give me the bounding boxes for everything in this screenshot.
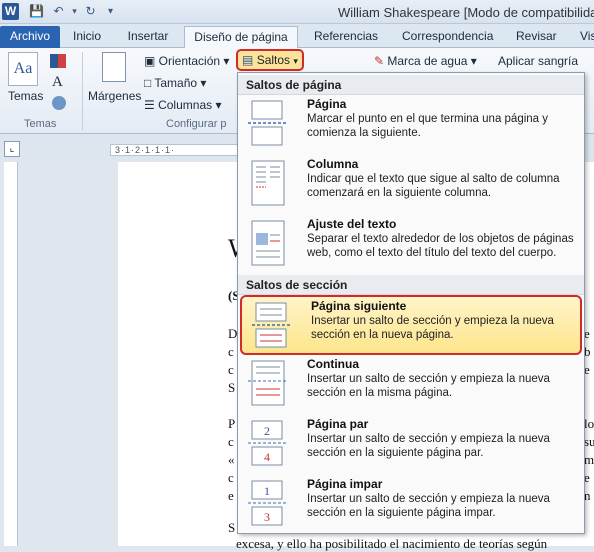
breaks-dropdown-menu: Saltos de página Página Marcar el punto … <box>237 72 585 534</box>
menu-item-title: Página impar <box>307 477 383 491</box>
tab-referencias[interactable]: Referencias <box>314 26 378 48</box>
margins-button[interactable]: Márgenes <box>88 88 141 104</box>
themes-button[interactable]: Temas <box>8 88 43 104</box>
menu-item-description: Separar el texto alrededor de los objeto… <box>307 233 574 259</box>
orientation-icon: ▣ <box>144 54 159 68</box>
indent-label: Aplicar sangría <box>498 54 579 68</box>
orientation-label: Orientación <box>158 54 221 68</box>
orientation-button[interactable]: ▣ Orientación ▾ <box>144 53 229 69</box>
left-text-fragment: S <box>228 520 236 535</box>
menu-item-description: Insertar un salto de sección y empieza l… <box>307 493 550 519</box>
chevron-down-icon: ▾ <box>293 56 298 66</box>
ribbon-tabs: Archivo Inicio Insertar Diseño de página… <box>0 24 594 48</box>
text-wrapping-break-icon <box>251 220 285 266</box>
left-text-fragment: c <box>228 434 234 449</box>
left-text-fragment: c <box>228 344 234 359</box>
next-page-break-icon <box>252 302 292 348</box>
redo-icon[interactable]: ↻ <box>82 3 99 20</box>
tab-revisar[interactable]: Revisar <box>516 26 557 48</box>
group-label-temas: Temas <box>24 118 57 130</box>
menu-item-title: Página siguiente <box>311 299 407 313</box>
watermark-label: Marca de agua <box>387 54 468 68</box>
horizontal-ruler[interactable]: 3·1·2·1·1·1· <box>110 144 250 156</box>
vertical-ruler[interactable] <box>4 162 18 546</box>
theme-effects-icon[interactable] <box>52 96 66 110</box>
save-icon[interactable]: 💾 <box>28 3 45 20</box>
size-icon: □ <box>144 76 155 90</box>
menu-item-title: Columna <box>307 157 359 171</box>
themes-icon[interactable]: Aa <box>8 52 38 86</box>
menu-item-text-wrapping-break[interactable]: Ajuste del texto Separar el texto alrede… <box>238 215 584 275</box>
left-text-fragment: « <box>228 452 235 467</box>
tab-correspondencia[interactable]: Correspondencia <box>402 26 493 48</box>
menu-item-title: Continua <box>307 357 359 371</box>
even-page-break-icon: 2 4 <box>248 420 288 466</box>
continuous-break-icon <box>248 360 288 406</box>
size-label: Tamaño <box>154 76 198 90</box>
menu-item-column-break[interactable]: Columna Indicar que el texto que sigue a… <box>238 155 584 215</box>
menu-item-title: Ajuste del texto <box>307 217 397 231</box>
undo-dropdown-icon[interactable]: ▾ <box>66 3 83 20</box>
size-button[interactable]: □ Tamaño ▾ <box>144 75 206 91</box>
menu-item-description: Insertar un salto de sección y empieza l… <box>307 433 550 459</box>
menu-item-even-page-section-break[interactable]: 2 4 Página par Insertar un salto de secc… <box>238 415 584 475</box>
menu-item-description: Insertar un salto de sección y empieza l… <box>307 373 550 399</box>
document-bottom-line: excesa, y ello ha posibilitado el nacimi… <box>236 536 548 551</box>
word-app-icon[interactable]: W <box>2 3 19 20</box>
title-bar: W 💾 ↶ ▾ ↻ ▾ William Shakespeare [Modo de… <box>0 0 594 24</box>
tab-archivo[interactable]: Archivo <box>0 26 60 48</box>
breaks-label: Saltos <box>256 53 291 67</box>
columns-label: Columnas <box>158 98 213 112</box>
tab-insertar[interactable]: Insertar <box>126 26 170 48</box>
menu-item-description: Insertar un salto de sección y empieza l… <box>311 315 554 341</box>
column-break-icon <box>251 160 285 206</box>
left-text-fragment: D <box>228 326 238 341</box>
menu-item-page-break[interactable]: Página Marcar el punto en el que termina… <box>238 95 584 155</box>
left-text-fragment: c <box>228 470 234 485</box>
undo-icon[interactable]: ↶ <box>50 3 67 20</box>
right-text-fragment: ml <box>584 452 594 467</box>
menu-item-continuous-section-break[interactable]: Continua Insertar un salto de sección y … <box>238 355 584 415</box>
page-number-label: 1 <box>264 484 270 498</box>
section-header-page-breaks: Saltos de página <box>238 75 584 95</box>
watermark-icon: ✎ <box>374 54 388 68</box>
left-text-fragment: S <box>228 380 236 395</box>
menu-item-next-page-section-break[interactable]: Página siguiente Insertar un salto de se… <box>240 295 582 355</box>
breaks-icon: ▤ <box>242 53 254 67</box>
tab-selector-icon[interactable]: ⌞ <box>4 141 20 157</box>
tab-vista[interactable]: Vis <box>580 26 594 48</box>
theme-fonts-icon[interactable]: A <box>52 74 63 90</box>
tab-inicio[interactable]: Inicio <box>72 26 102 48</box>
watermark-button[interactable]: ✎ Marca de agua ▾ <box>374 53 477 69</box>
right-text-fragment: su <box>584 434 594 449</box>
odd-page-break-icon: 1 3 <box>248 480 288 526</box>
menu-item-description: Marcar el punto en el que termina una pá… <box>307 113 549 139</box>
columns-icon: ☰ <box>144 98 159 112</box>
customize-quick-access-icon[interactable]: ▾ <box>102 3 119 20</box>
left-text-fragment: e <box>228 488 234 503</box>
margins-icon[interactable] <box>102 52 126 82</box>
breaks-button[interactable]: ▤ Saltos ▾ <box>236 49 304 71</box>
page-break-icon <box>248 100 288 146</box>
menu-item-title: Página <box>307 97 347 111</box>
group-label-configurar: Configurar p <box>166 118 227 130</box>
tab-diseno-de-pagina[interactable]: Diseño de página <box>184 26 298 48</box>
page-number-label: 3 <box>264 510 270 524</box>
menu-item-odd-page-section-break[interactable]: 1 3 Página impar Insertar un salto de se… <box>238 475 584 535</box>
window-title: William Shakespeare [Modo de compatibili… <box>338 5 594 20</box>
page-number-label: 4 <box>264 450 270 464</box>
menu-item-title: Página par <box>307 417 369 431</box>
columns-button[interactable]: ☰ Columnas ▾ <box>144 97 221 113</box>
left-text-fragment: c <box>228 362 234 377</box>
section-header-section-breaks: Saltos de sección <box>238 275 584 295</box>
group-separator <box>82 52 83 130</box>
right-text-fragment: lo <box>584 416 594 431</box>
left-text-fragment: P <box>228 416 236 431</box>
menu-item-description: Indicar que el texto que sigue al salto … <box>307 173 560 199</box>
theme-colors-icon[interactable] <box>50 54 66 68</box>
page-number-label: 2 <box>264 424 270 438</box>
